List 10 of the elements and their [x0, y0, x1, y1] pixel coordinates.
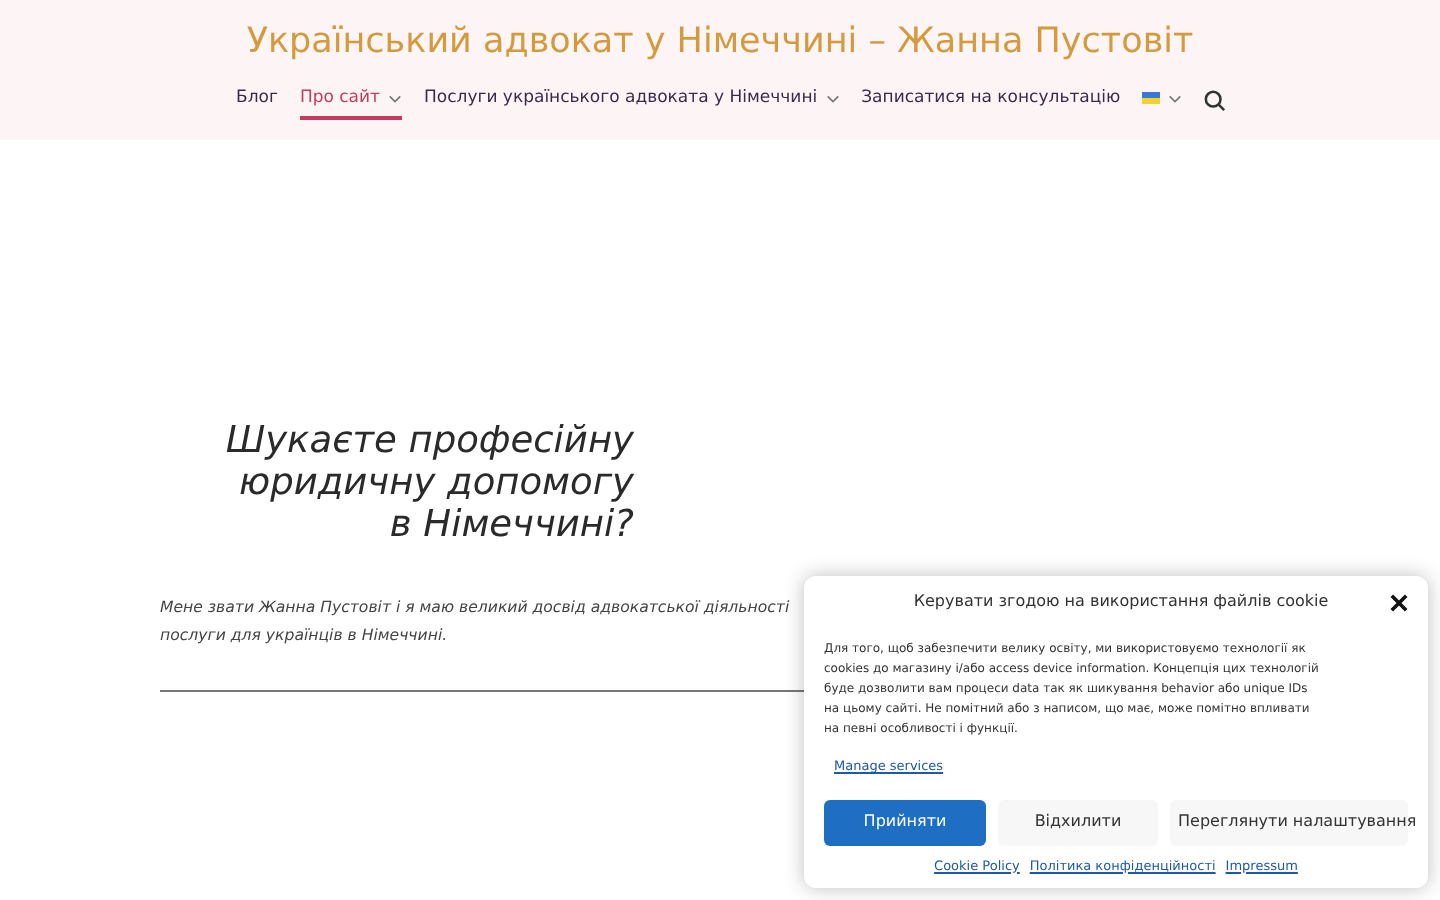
- dialog-button[interactable]: Відхилити: [998, 799, 1158, 846]
- dialog-title: Керувати згодою на використання файлів cookie: [911, 590, 1331, 614]
- hero-heading: Шукаєте професійну: [225, 420, 634, 462]
- hero-heading: юридичну допомогу: [239, 462, 634, 504]
- nav-link[interactable]: Про сайт: [299, 86, 402, 120]
- hero-heading: в Німеччині?: [389, 504, 634, 546]
- nav-link[interactable]: Блог: [236, 86, 278, 120]
- nav-link[interactable]: Записатися на консультацію: [861, 86, 1121, 120]
- nav-link[interactable]: Послуги українського адвоката у Німеччині: [424, 86, 840, 120]
- accept-button[interactable]: Прийняти: [824, 799, 986, 846]
